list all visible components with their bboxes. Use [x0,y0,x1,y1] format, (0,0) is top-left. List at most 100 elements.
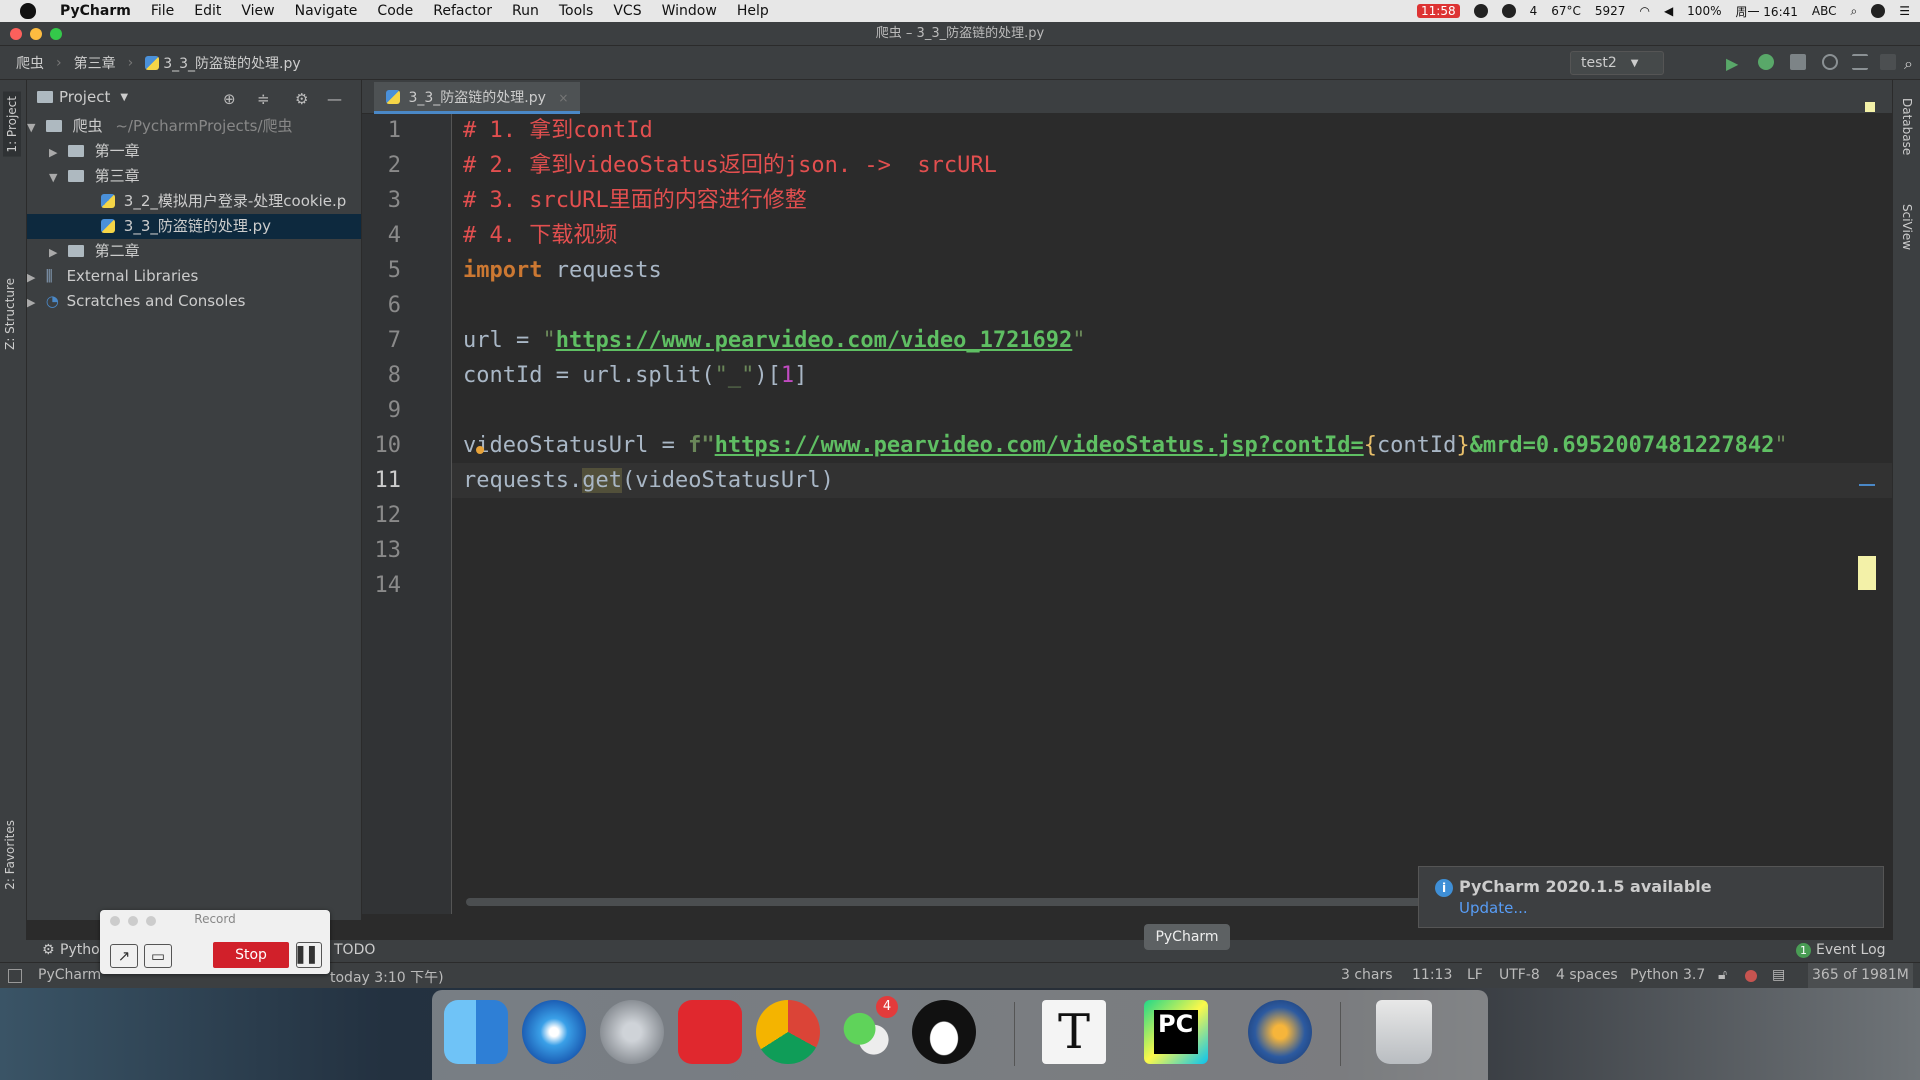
minimize-window-button[interactable] [30,28,42,40]
code-editor[interactable]: 1 2 3 4 5 6 7 8 9 10 11 12 13 14 # 1. 拿到… [362,102,1892,914]
python-interpreter[interactable]: Python 3.7 [1630,967,1705,983]
launchpad-icon[interactable] [600,1000,664,1064]
wifi-icon[interactable]: ◠ [1639,4,1649,18]
apple-icon[interactable] [20,3,36,19]
chevron-down-icon[interactable]: ▼ [120,92,128,103]
temperature-readout[interactable]: 67°C [1551,4,1581,18]
lock-icon[interactable]: 🔓︎ [1718,967,1727,983]
intention-bulb-icon[interactable] [476,446,484,454]
code-url-link[interactable]: https://www.pearvideo.com/video_1721692 [556,328,1073,353]
collapsed-arrow-icon[interactable]: ▶ [49,240,63,264]
tree-item-root[interactable]: ▼ 爬虫 ~/PycharmProjects/爬虫 [27,114,361,139]
menu-vcs[interactable]: VCS [603,3,651,19]
thunder-icon[interactable] [1248,1000,1312,1064]
locate-file-icon[interactable]: ⊕ [223,90,236,108]
record-region-icon[interactable]: ▭ [144,944,172,968]
tree-item-scratches[interactable]: ▶ ◔ Scratches and Consoles [27,289,361,314]
stop-icon[interactable] [1880,54,1896,70]
concurrency-icon[interactable] [1852,54,1868,70]
record-stop-button[interactable]: Stop [213,942,289,968]
file-encoding[interactable]: UTF-8 [1499,967,1540,983]
expanded-arrow-icon[interactable]: ▼ [49,165,63,189]
tool-windows-toggle-icon[interactable] [8,969,22,983]
typora-icon[interactable]: T [1042,1000,1106,1064]
menu-run[interactable]: Run [502,3,549,19]
horizontal-scrollbar[interactable] [466,898,1426,906]
code-url-link[interactable]: https://www.pearvideo.com/videoStatus.js… [715,433,1364,458]
breadcrumb-file[interactable]: 3_3_防盗链的处理.py [133,53,301,73]
indent-setting[interactable]: 4 spaces [1556,967,1618,983]
project-panel-title[interactable]: Project [59,88,110,106]
netease-music-icon[interactable] [678,1000,742,1064]
wechat-icon[interactable]: 4 [834,996,898,1064]
tree-item-chapter-1[interactable]: ▶ 第一章 [27,139,361,164]
recording-time[interactable]: 11:58 [1417,4,1460,18]
input-method[interactable]: ABC [1812,4,1837,18]
menu-file[interactable]: File [141,3,184,19]
close-window-button[interactable] [10,28,22,40]
status-message[interactable]: PyCharm [38,967,101,983]
menu-app[interactable]: PyCharm [50,3,141,19]
collapsed-arrow-icon[interactable]: ▶ [49,140,63,164]
update-link[interactable]: Update... [1459,899,1528,917]
memory-indicator[interactable]: 365 of 1981M [1808,963,1913,988]
collapsed-arrow-icon[interactable]: ▶ [27,265,41,289]
search-everywhere-icon[interactable]: ⌕ [1904,54,1920,73]
tab-sciview[interactable]: SciView [1900,204,1914,250]
scrollbar-warning-marker[interactable] [1858,556,1876,590]
wechat-tray-icon[interactable] [1501,4,1516,18]
volume-icon[interactable]: ◀ [1664,4,1673,18]
menu-edit[interactable]: Edit [184,3,231,19]
record-draw-icon[interactable]: ↗ [110,944,138,968]
tab-project[interactable]: 1: Project [3,92,21,157]
line-separator[interactable]: LF [1467,967,1483,983]
safari-icon[interactable] [522,1000,586,1064]
close-tab-icon[interactable]: × [558,91,568,105]
tab-database[interactable]: Database [1900,98,1914,155]
tree-item-chapter-3[interactable]: ▼ 第三章 [27,164,361,189]
caret-position[interactable]: 11:13 [1412,967,1452,983]
tab-event-log[interactable]: Event Log [1816,942,1886,958]
zoom-window-button[interactable] [50,28,62,40]
tree-item-file-3-3[interactable]: 3_3_防盗链的处理.py [27,214,361,239]
profile-icon[interactable] [1822,54,1838,70]
menu-code[interactable]: Code [367,3,423,19]
inspection-profile-icon[interactable] [1745,970,1757,982]
menu-help[interactable]: Help [727,3,779,19]
record-pause-icon[interactable]: ▌▌ [296,942,322,968]
update-notification[interactable]: i PyCharm 2020.1.5 available Update... [1418,866,1884,928]
menu-view[interactable]: View [231,3,284,19]
expanded-arrow-icon[interactable]: ▼ [27,115,41,139]
tab-todo[interactable]: TODO [334,942,375,958]
qq-icon[interactable] [912,1000,976,1064]
spotlight-search-icon[interactable]: ⌕ [1851,4,1858,19]
menu-navigate[interactable]: Navigate [285,3,368,19]
collapse-all-icon[interactable]: ≑ [257,90,270,108]
tree-item-chapter-2[interactable]: ▶ 第二章 [27,239,361,264]
notification-center-icon[interactable]: ☰ [1899,4,1910,18]
analysis-status-icon[interactable] [1865,102,1875,112]
breadcrumb-project[interactable]: 爬虫 [0,53,44,73]
tab-python-console[interactable]: Pytho [60,942,100,958]
tab-structure[interactable]: Z: Structure [3,278,17,350]
tab-favorites[interactable]: 2: Favorites [3,820,17,890]
tree-item-external-libraries[interactable]: ▶ ⫼ External Libraries [27,264,361,289]
chrome-icon[interactable] [756,1000,820,1064]
coverage-icon[interactable] [1790,54,1806,70]
menu-window[interactable]: Window [652,3,727,19]
hide-panel-icon[interactable]: — [327,90,342,108]
battery-readout[interactable]: 100% [1687,4,1721,18]
finder-icon[interactable] [444,1000,508,1064]
menu-tools[interactable]: Tools [549,3,604,19]
debug-icon[interactable] [1758,54,1774,70]
menu-refactor[interactable]: Refactor [423,3,502,19]
clock[interactable]: 周一 16:41 [1735,3,1797,20]
collapsed-arrow-icon[interactable]: ▶ [27,290,41,314]
run-configuration-selector[interactable]: test2 ▼ [1570,51,1664,75]
run-icon[interactable]: ▶ [1726,54,1742,73]
siri-icon[interactable] [1871,4,1886,18]
gear-icon[interactable]: ⚙ [295,90,308,108]
breadcrumb-folder[interactable]: 第三章 [62,53,116,73]
tree-item-file-3-2[interactable]: 3_2_模拟用户登录-处理cookie.p [27,189,361,214]
trash-icon[interactable] [1376,1000,1432,1064]
